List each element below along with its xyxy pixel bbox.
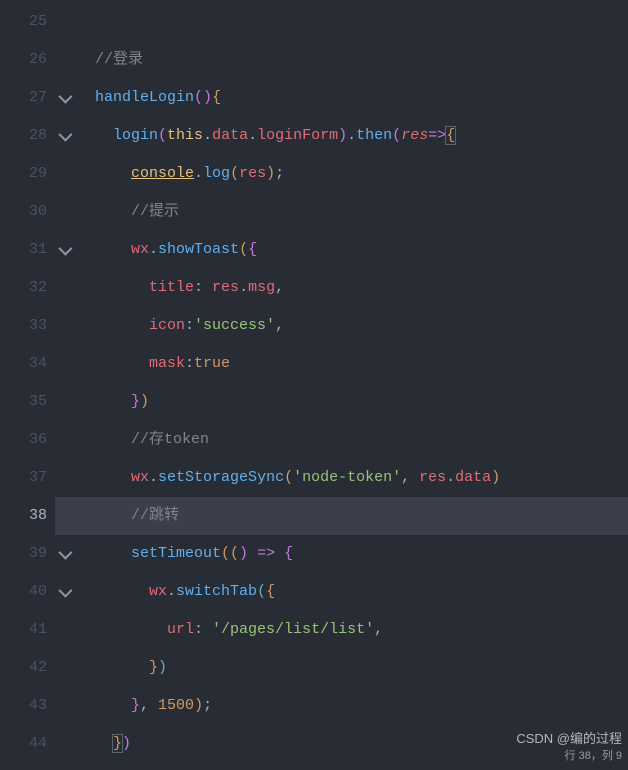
- code-line[interactable]: wx.showToast({: [77, 231, 628, 269]
- code-line[interactable]: handleLogin(){: [77, 79, 628, 117]
- fold-chevron-down-icon[interactable]: [58, 90, 72, 104]
- line-number-gutter: 2526272829303132333435363738394041424344: [0, 0, 55, 770]
- line-number[interactable]: 32: [0, 269, 47, 307]
- line-number[interactable]: 37: [0, 459, 47, 497]
- code-line[interactable]: wx.switchTab({: [77, 573, 628, 611]
- line-number[interactable]: 29: [0, 155, 47, 193]
- code-line[interactable]: wx.setStorageSync('node-token', res.data…: [77, 459, 628, 497]
- code-editor[interactable]: 2526272829303132333435363738394041424344…: [0, 0, 628, 770]
- code-line[interactable]: }, 1500);: [77, 687, 628, 725]
- fold-chevron-down-icon[interactable]: [58, 242, 72, 256]
- code-line[interactable]: //提示: [77, 193, 628, 231]
- line-number[interactable]: 30: [0, 193, 47, 231]
- watermark-sub: 行 38，列 9: [546, 749, 622, 764]
- code-line[interactable]: title: res.msg,: [77, 269, 628, 307]
- code-line[interactable]: login(this.data.loginForm).then(res=>{: [77, 117, 628, 155]
- watermark-text: CSDN @编的过程: [516, 730, 622, 748]
- line-number[interactable]: 26: [0, 41, 47, 79]
- code-line[interactable]: [77, 3, 628, 41]
- line-number[interactable]: 25: [0, 3, 47, 41]
- line-number[interactable]: 33: [0, 307, 47, 345]
- code-line[interactable]: icon:'success',: [77, 307, 628, 345]
- fold-chevron-down-icon[interactable]: [58, 584, 72, 598]
- watermark: CSDN @编的过程 行 38，列 9: [516, 730, 622, 764]
- code-area[interactable]: //登录 handleLogin(){ login(this.data.logi…: [73, 0, 628, 770]
- line-number[interactable]: 28: [0, 117, 47, 155]
- line-number[interactable]: 38: [0, 497, 47, 535]
- code-line[interactable]: }): [77, 383, 628, 421]
- line-number[interactable]: 36: [0, 421, 47, 459]
- code-line[interactable]: console.log(res);: [77, 155, 628, 193]
- code-line[interactable]: mask:true: [77, 345, 628, 383]
- line-number[interactable]: 43: [0, 687, 47, 725]
- line-number[interactable]: 27: [0, 79, 47, 117]
- code-line[interactable]: //登录: [77, 41, 628, 79]
- code-line[interactable]: setTimeout(() => {: [77, 535, 628, 573]
- code-line[interactable]: }): [77, 649, 628, 687]
- line-number[interactable]: 31: [0, 231, 47, 269]
- code-line[interactable]: //跳转: [77, 497, 628, 535]
- code-line[interactable]: url: '/pages/list/list',: [77, 611, 628, 649]
- fold-chevron-down-icon[interactable]: [58, 546, 72, 560]
- line-number[interactable]: 40: [0, 573, 47, 611]
- fold-chevron-down-icon[interactable]: [58, 128, 72, 142]
- line-number[interactable]: 41: [0, 611, 47, 649]
- line-number[interactable]: 35: [0, 383, 47, 421]
- fold-gutter: [55, 0, 73, 770]
- line-number[interactable]: 44: [0, 725, 47, 763]
- line-number[interactable]: 39: [0, 535, 47, 573]
- line-number[interactable]: 42: [0, 649, 47, 687]
- code-line[interactable]: //存token: [77, 421, 628, 459]
- line-number[interactable]: 34: [0, 345, 47, 383]
